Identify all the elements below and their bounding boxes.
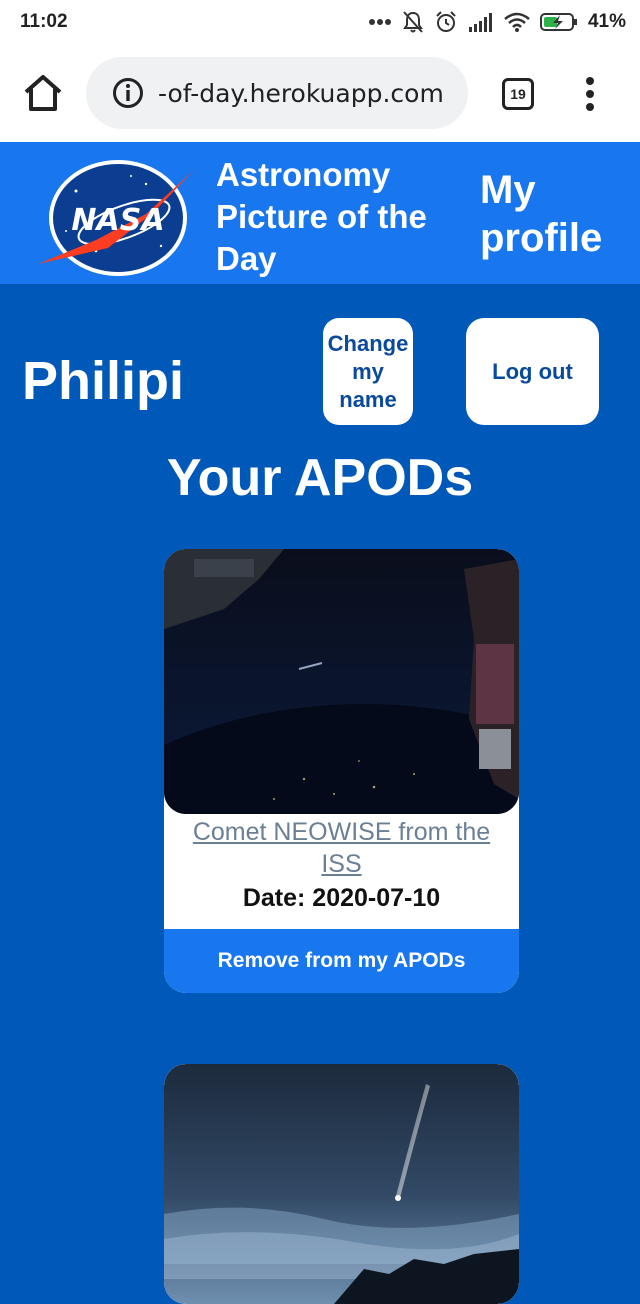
apod-image bbox=[164, 1064, 519, 1304]
remove-apod-button[interactable]: Remove from my APODs bbox=[164, 929, 519, 993]
section-title: Your APODs bbox=[166, 449, 474, 507]
logout-button[interactable]: Log out bbox=[466, 318, 599, 425]
nasa-logo[interactable]: NASA bbox=[36, 156, 200, 280]
main-content: Philipi Change my name Log out Your APOD… bbox=[0, 284, 640, 1304]
browser-toolbar: -of-day.herokuapp.com 19 bbox=[0, 44, 640, 142]
change-name-button[interactable]: Change my name bbox=[323, 318, 413, 425]
status-bar: 11:02 41% bbox=[0, 0, 640, 44]
url-text[interactable]: -of-day.herokuapp.com bbox=[158, 79, 444, 108]
wifi-icon bbox=[504, 12, 530, 32]
battery-percent: 41% bbox=[587, 11, 626, 32]
home-icon[interactable] bbox=[22, 72, 64, 114]
my-profile-link[interactable]: My profile bbox=[480, 166, 630, 262]
address-bar[interactable]: -of-day.herokuapp.com bbox=[86, 57, 468, 129]
info-icon[interactable] bbox=[112, 77, 144, 109]
more-dots-icon bbox=[368, 19, 391, 25]
apod-card bbox=[164, 1064, 519, 1304]
alarm-icon bbox=[436, 11, 456, 32]
signal-icon bbox=[468, 13, 492, 32]
status-icons: 41% bbox=[368, 10, 626, 34]
apod-image bbox=[164, 549, 519, 814]
overflow-menu-icon[interactable] bbox=[584, 76, 596, 112]
apod-title-link[interactable]: Comet NEOWISE from the ISS bbox=[164, 816, 519, 880]
apod-card: Comet NEOWISE from the ISS Date: 2020-07… bbox=[164, 549, 519, 993]
site-header: NASA Astronomy Picture of the Day My pro… bbox=[0, 142, 640, 284]
svg-text:NASA: NASA bbox=[71, 203, 164, 238]
user-name: Philipi bbox=[22, 351, 184, 411]
tab-switcher-button[interactable]: 19 bbox=[502, 78, 534, 110]
apod-date: Date: 2020-07-10 bbox=[242, 884, 441, 912]
site-title[interactable]: Astronomy Picture of the Day bbox=[216, 154, 456, 280]
battery-charging-icon bbox=[539, 13, 577, 31]
bell-muted-icon bbox=[403, 11, 423, 33]
status-time: 11:02 bbox=[20, 11, 68, 32]
